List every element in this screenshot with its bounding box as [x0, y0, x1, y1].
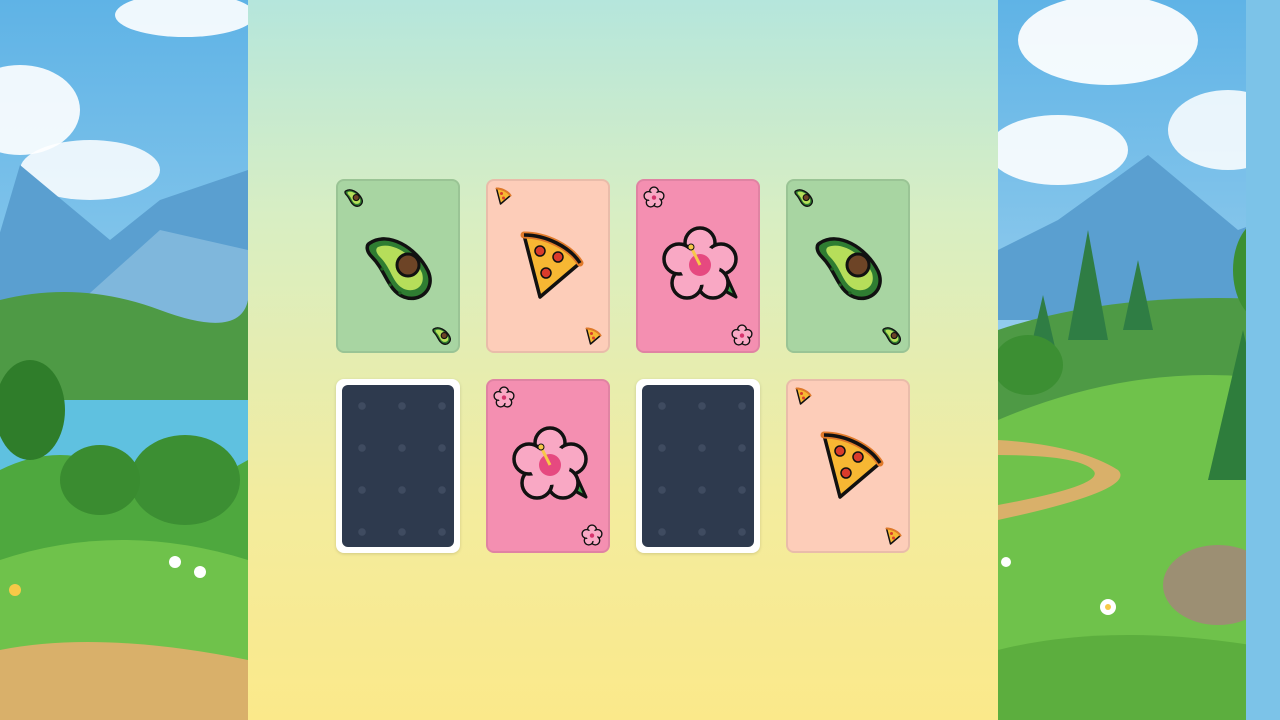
card-pizza[interactable]	[486, 179, 610, 353]
pizza-icon	[820, 431, 884, 499]
card-hibiscus[interactable]	[636, 179, 760, 353]
pizza-icon	[495, 187, 512, 205]
pizza-icon	[520, 231, 584, 299]
hibiscus-icon	[512, 426, 588, 500]
hibiscus-icon	[662, 226, 738, 300]
card-pizza[interactable]	[786, 379, 910, 553]
avocado-icon	[882, 327, 901, 345]
pizza-icon	[885, 527, 902, 545]
hibiscus-icon	[581, 524, 603, 546]
hibiscus-icon	[731, 324, 753, 346]
pizza-icon	[585, 327, 602, 345]
background-scenery-right	[998, 0, 1246, 720]
card-back-pattern	[642, 385, 754, 547]
game-board	[248, 0, 998, 720]
avocado-icon	[794, 189, 813, 207]
card-face-down[interactable]	[336, 379, 460, 553]
hibiscus-icon	[493, 386, 515, 408]
background-scenery-left	[0, 0, 248, 720]
pizza-icon	[795, 387, 812, 405]
avocado-icon	[344, 189, 363, 207]
avocado-icon	[815, 237, 882, 301]
card-avocado[interactable]	[336, 179, 460, 353]
card-back-pattern	[342, 385, 454, 547]
avocado-icon	[432, 327, 451, 345]
card-face-down[interactable]	[636, 379, 760, 553]
card-avocado[interactable]	[786, 179, 910, 353]
avocado-icon	[365, 237, 432, 301]
card-hibiscus[interactable]	[486, 379, 610, 553]
hibiscus-icon	[643, 186, 665, 208]
